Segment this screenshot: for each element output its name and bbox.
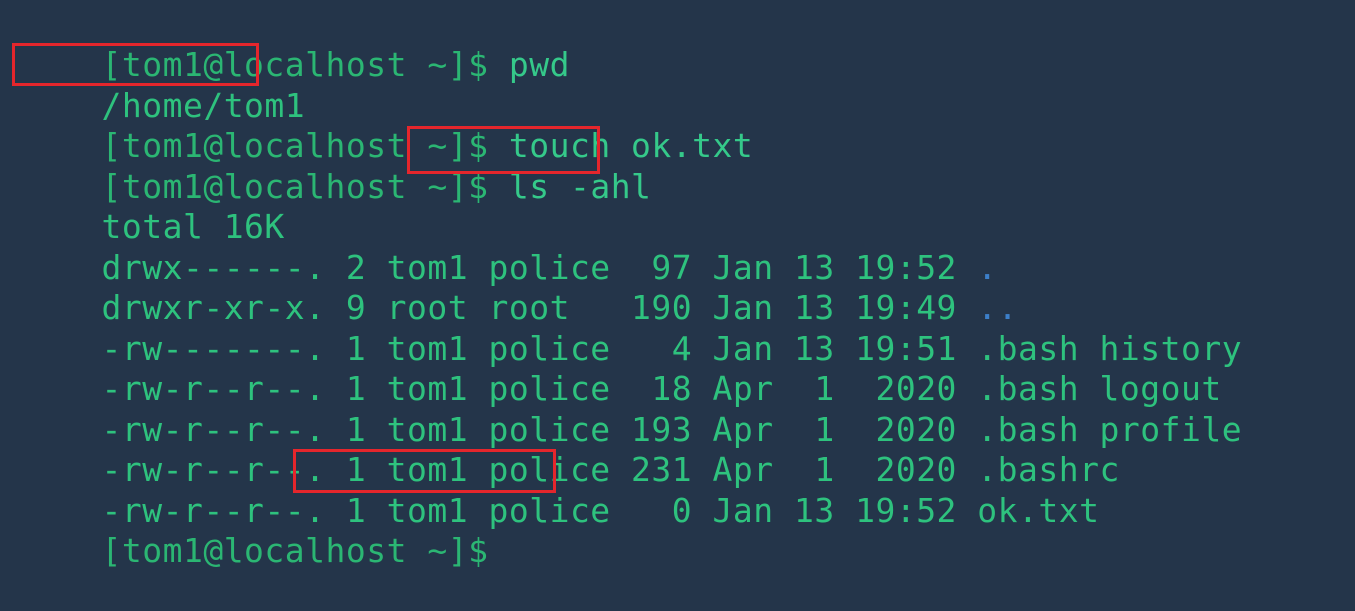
terminal-line-7: drwxr-xr-x. 9 root root 190 Jan 13 19:49…	[20, 248, 1018, 327]
terminal-line-3: [tom1@localhost ~]$ touch ok.txt	[20, 86, 753, 165]
terminal-line-2: /home/tom1	[20, 46, 305, 125]
terminal-line-11: -rw-r--r--. 1 tom1 police 231 Apr 1 2020…	[20, 410, 1120, 489]
terminal-line-10: -rw-r--r--. 1 tom1 police 193 Apr 1 2020…	[20, 370, 1242, 449]
terminal-line-12: -rw-r--r--. 1 tom1 police 0 Jan 13 19:52…	[20, 451, 1100, 530]
terminal-line-1: [tom1@localhost ~]$ pwd	[20, 5, 570, 84]
terminal-line-8: -rw-------. 1 tom1 police 4 Jan 13 19:51…	[20, 289, 1242, 368]
terminal-line-13: [tom1@localhost ~]$	[20, 491, 488, 570]
command-text: pwd	[488, 45, 570, 84]
terminal-line-4: [tom1@localhost ~]$ ls -ahl	[20, 127, 651, 206]
terminal-line-6: drwx------. 2 tom1 police 97 Jan 13 19:5…	[20, 208, 998, 287]
terminal-line-9: -rw-r--r--. 1 tom1 police 18 Apr 1 2020 …	[20, 329, 1222, 408]
terminal-line-5: total 16K	[20, 167, 285, 246]
command-text: ls -ahl	[488, 167, 652, 206]
terminal-window[interactable]: [tom1@localhost ~]$ pwd /home/tom1 [tom1…	[0, 0, 1355, 570]
